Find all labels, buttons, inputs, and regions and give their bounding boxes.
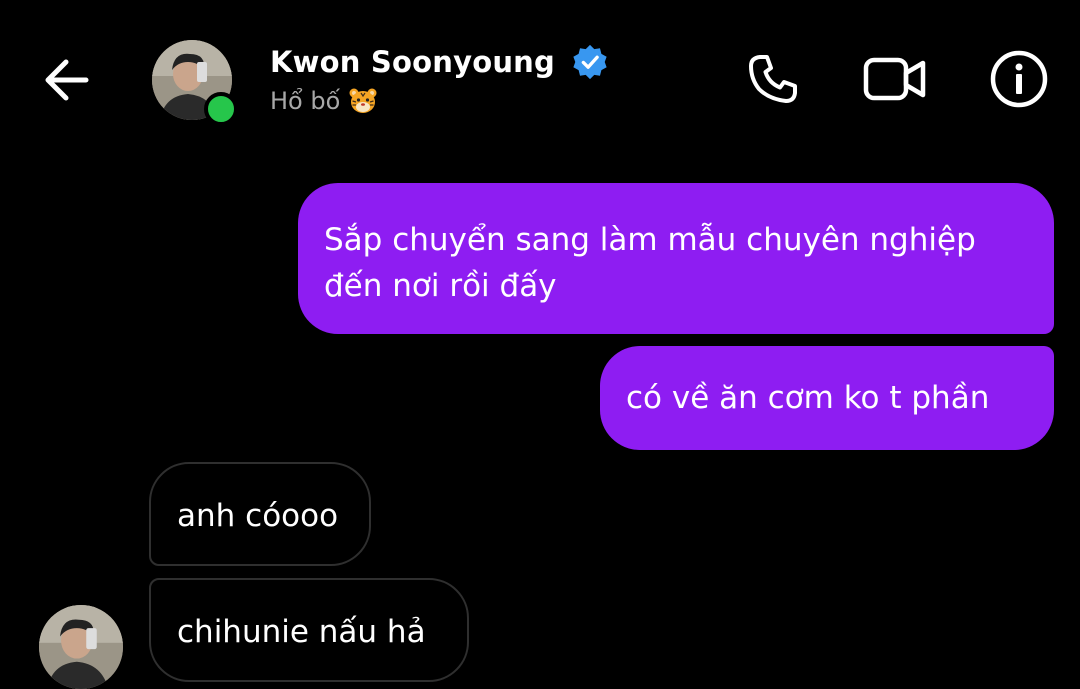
outgoing-message-bubble[interactable]: Sắp chuyển sang làm mẫu chuyên nghiệp đế… [298, 183, 1054, 334]
message-text: anh cóooo [177, 498, 339, 534]
phone-icon [749, 55, 797, 103]
video-camera-icon [863, 57, 926, 101]
message-text: Sắp chuyển sang làm mẫu chuyên nghiệp đế… [324, 222, 976, 304]
online-indicator [204, 92, 238, 126]
arrow-left-icon [45, 59, 89, 101]
message-text: có về ăn cơm ko t phần [626, 380, 990, 416]
chat-header: Kwon Soonyoung Hổ bố [0, 0, 1080, 160]
contact-status: Hổ bố [270, 86, 378, 116]
contact-avatar-button[interactable] [152, 40, 238, 126]
conversation-info-button[interactable] [986, 46, 1052, 112]
incoming-message-bubble[interactable]: chihunie nấu hả [149, 578, 469, 682]
video-call-button[interactable] [862, 46, 928, 112]
info-icon [990, 50, 1048, 108]
contact-name: Kwon Soonyoung [270, 45, 555, 79]
outgoing-message-bubble[interactable]: có về ăn cơm ko t phần [600, 346, 1054, 450]
sender-avatar[interactable] [39, 605, 123, 689]
back-button[interactable] [38, 52, 94, 108]
tiger-face-icon [349, 88, 377, 113]
status-text: Hổ bố [270, 87, 341, 115]
message-text: chihunie nấu hả [177, 614, 426, 650]
incoming-message-bubble[interactable]: anh cóooo [149, 462, 371, 566]
contact-name-row[interactable]: Kwon Soonyoung [270, 40, 609, 84]
audio-call-button[interactable] [740, 46, 806, 112]
verified-badge-icon [573, 44, 607, 80]
